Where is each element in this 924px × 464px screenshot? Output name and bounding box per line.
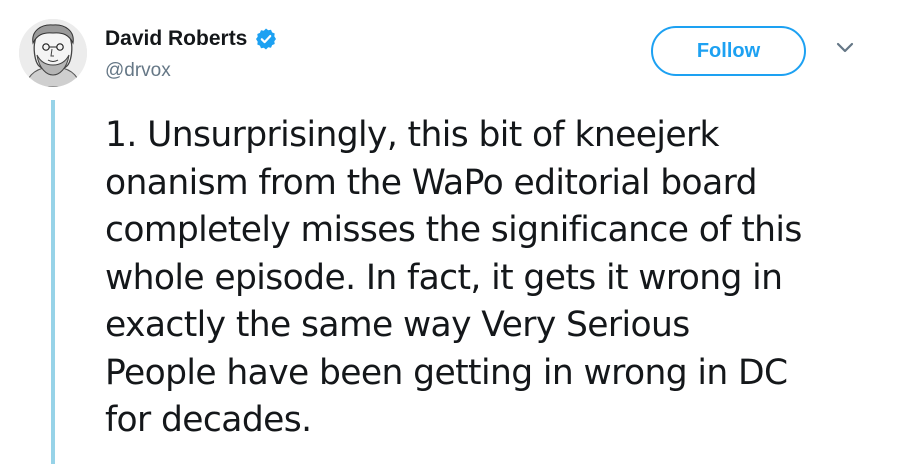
tweet-text-line: whole episode. In fact, it gets it wrong… (105, 257, 783, 298)
tweet-text-line: People have been getting in wrong in DC (105, 352, 788, 393)
thread-line (51, 100, 55, 464)
author-name[interactable]: David Roberts (105, 27, 247, 51)
tweet-text-line: onanism from the WaPo editorial board (105, 162, 757, 203)
author-handle[interactable]: @drvox (105, 60, 171, 82)
follow-button[interactable]: Follow (651, 26, 806, 76)
tweet-text-line: completely misses the significance of th… (105, 210, 802, 250)
tweet-text-line: exactly the same way Very Serious (105, 305, 690, 345)
tweet-card: David Roberts @drvox Follow 1. Unsurpris… (0, 0, 924, 464)
more-options-button[interactable] (834, 41, 856, 55)
tweet-text: 1. Unsurprisingly, this bit of kneejerk … (105, 112, 895, 445)
tweet-text-line: for decades. (105, 400, 312, 440)
verified-badge-icon (256, 28, 277, 50)
avatar[interactable] (19, 19, 87, 87)
author-row: David Roberts (105, 26, 278, 52)
chevron-down-icon (836, 42, 854, 53)
tweet-text-line: 1. Unsurprisingly, this bit of kneejerk (105, 115, 720, 155)
avatar-illustration-icon (19, 19, 87, 87)
